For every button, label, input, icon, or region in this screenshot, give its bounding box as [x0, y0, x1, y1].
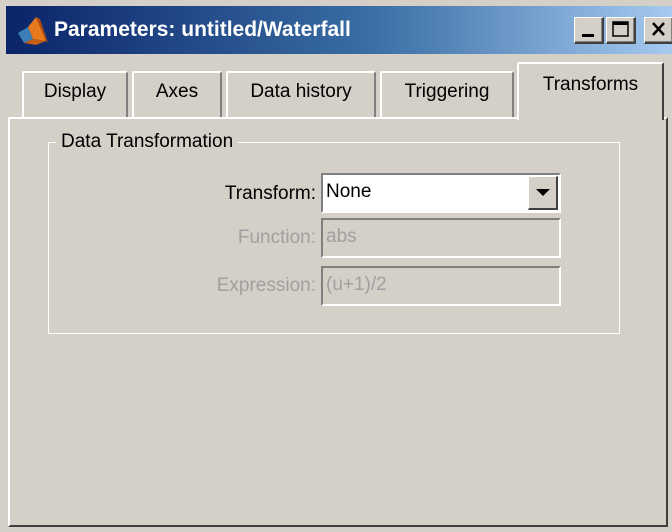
window-title: Parameters: untitled/Waterfall [54, 18, 351, 41]
maximize-button[interactable] [606, 17, 636, 44]
function-label: Function: [237, 227, 316, 248]
expression-label: Expression: [216, 275, 316, 296]
transform-select[interactable]: None [321, 173, 561, 213]
function-value: abs [326, 226, 357, 247]
close-icon [652, 22, 665, 36]
active-tab-connector [519, 116, 662, 120]
group-title: Data Transformation [56, 130, 239, 154]
tab-triggering[interactable]: Triggering [380, 71, 514, 119]
expression-input: (u+1)/2 [321, 266, 561, 306]
transform-value: None [326, 181, 372, 202]
maximize-icon [612, 21, 629, 37]
expression-value: (u+1)/2 [326, 274, 387, 295]
function-input: abs [321, 218, 561, 258]
transform-label: Transform: [224, 183, 316, 204]
tab-transforms[interactable]: Transforms [517, 62, 664, 120]
minimize-button[interactable] [574, 17, 604, 44]
tab-axes-label: Axes [155, 81, 199, 102]
close-button[interactable] [644, 17, 672, 44]
tab-display-label: Display [43, 81, 107, 102]
tab-transforms-label: Transforms [542, 74, 639, 95]
title-bar[interactable]: Parameters: untitled/Waterfall [6, 6, 672, 54]
tab-data-history[interactable]: Data history [226, 71, 376, 119]
parameters-dialog: Parameters: untitled/Waterfall Display A… [0, 0, 672, 532]
dropdown-button[interactable] [528, 176, 558, 210]
minimize-icon [582, 34, 594, 37]
matlab-logo-icon [16, 15, 50, 47]
tab-axes[interactable]: Axes [132, 71, 222, 119]
tab-triggering-label: Triggering [404, 81, 490, 102]
chevron-down-icon [536, 189, 550, 196]
tab-display[interactable]: Display [22, 71, 128, 119]
tab-data-history-label: Data history [250, 81, 352, 102]
